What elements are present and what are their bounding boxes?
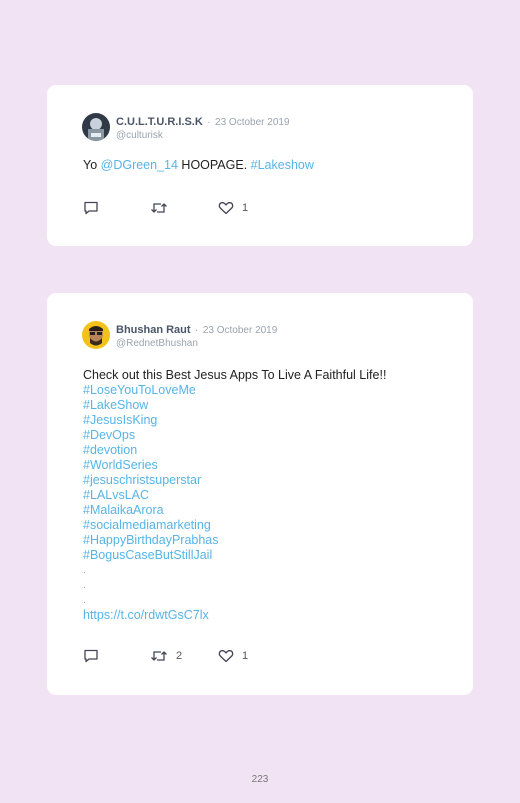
author-name[interactable]: C.U.L.T.U.R.I.S.K <box>116 116 203 128</box>
hashtag-link[interactable]: #Lakeshow <box>251 158 314 172</box>
hashtag-link[interactable]: #DevOps <box>83 428 386 443</box>
tweet-text-dot: . <box>83 595 86 606</box>
hashtag-link[interactable]: #JesusIsKing <box>83 413 386 428</box>
tweet-card: Bhushan Raut · 23 October 2019 @RednetBh… <box>47 293 473 695</box>
retweet-icon <box>151 203 167 213</box>
reply-button[interactable] <box>83 649 150 663</box>
hashtag-link[interactable]: #WorldSeries <box>83 458 386 473</box>
tweet-text-dot: . <box>83 580 86 591</box>
tweet-header: Bhushan Raut · 23 October 2019 @RednetBh… <box>82 321 277 350</box>
tweet-actions: 1 <box>83 201 248 215</box>
reply-button[interactable] <box>83 201 150 215</box>
mention-link[interactable]: @DGreen_14 <box>101 158 178 172</box>
retweet-icon <box>151 651 167 661</box>
speech-bubble-icon <box>84 201 98 215</box>
hashtag-link[interactable]: #MalaikaArora <box>83 503 386 518</box>
speech-bubble-icon <box>84 649 98 663</box>
author-name[interactable]: Bhushan Raut <box>116 324 191 336</box>
tweet-text: Check out this Best Jesus Apps To Live A… <box>83 368 386 623</box>
retweet-button[interactable] <box>150 201 218 215</box>
hashtag-link[interactable]: #jesuschristsuperstar <box>83 473 386 488</box>
tweet-text: Yo @DGreen_14 HOOPAGE. #Lakeshow <box>83 158 314 173</box>
retweet-count: 2 <box>176 650 183 662</box>
hashtag-link[interactable]: #LALvsLAC <box>83 488 386 503</box>
tweet-header: C.U.L.T.U.R.I.S.K · 23 October 2019 @cul… <box>82 113 290 142</box>
like-count: 1 <box>242 202 249 214</box>
avatar[interactable] <box>82 113 110 141</box>
tweet-actions: 2 1 <box>83 649 248 663</box>
hashtag-link[interactable]: #HappyBirthdayPrabhas <box>83 533 386 548</box>
hashtag-link[interactable]: #socialmediamarketing <box>83 518 386 533</box>
hashtag-link[interactable]: #LakeShow <box>83 398 386 413</box>
like-button[interactable]: 1 <box>218 649 248 663</box>
url-link[interactable]: https://t.co/rdwtGsC7lx <box>83 608 386 623</box>
hashtag-link[interactable]: #LoseYouToLoveMe <box>83 383 386 398</box>
author-handle[interactable]: @culturisk <box>116 129 290 142</box>
tweet-text-line: Check out this Best Jesus Apps To Live A… <box>83 368 387 382</box>
like-button[interactable]: 1 <box>218 201 248 215</box>
tweet-text-part: Yo <box>83 158 101 172</box>
tweet-text-part: HOOPAGE. <box>177 158 251 172</box>
heart-icon <box>218 202 234 215</box>
meta-separator: · <box>207 117 211 128</box>
page-number: 223 <box>251 774 269 785</box>
heart-icon <box>218 650 234 663</box>
tweet-text-dot: . <box>83 565 86 576</box>
tweet-date[interactable]: 23 October 2019 <box>215 117 290 128</box>
tweet-card: C.U.L.T.U.R.I.S.K · 23 October 2019 @cul… <box>47 85 473 246</box>
author-handle[interactable]: @RednetBhushan <box>116 337 277 350</box>
hashtag-link[interactable]: #BogusCaseButStillJail <box>83 548 386 563</box>
meta-separator: · <box>195 325 199 336</box>
avatar[interactable] <box>82 321 110 349</box>
hashtag-link[interactable]: #devotion <box>83 443 386 458</box>
tweet-date[interactable]: 23 October 2019 <box>203 325 278 336</box>
like-count: 1 <box>242 650 249 662</box>
retweet-button[interactable]: 2 <box>150 649 218 663</box>
